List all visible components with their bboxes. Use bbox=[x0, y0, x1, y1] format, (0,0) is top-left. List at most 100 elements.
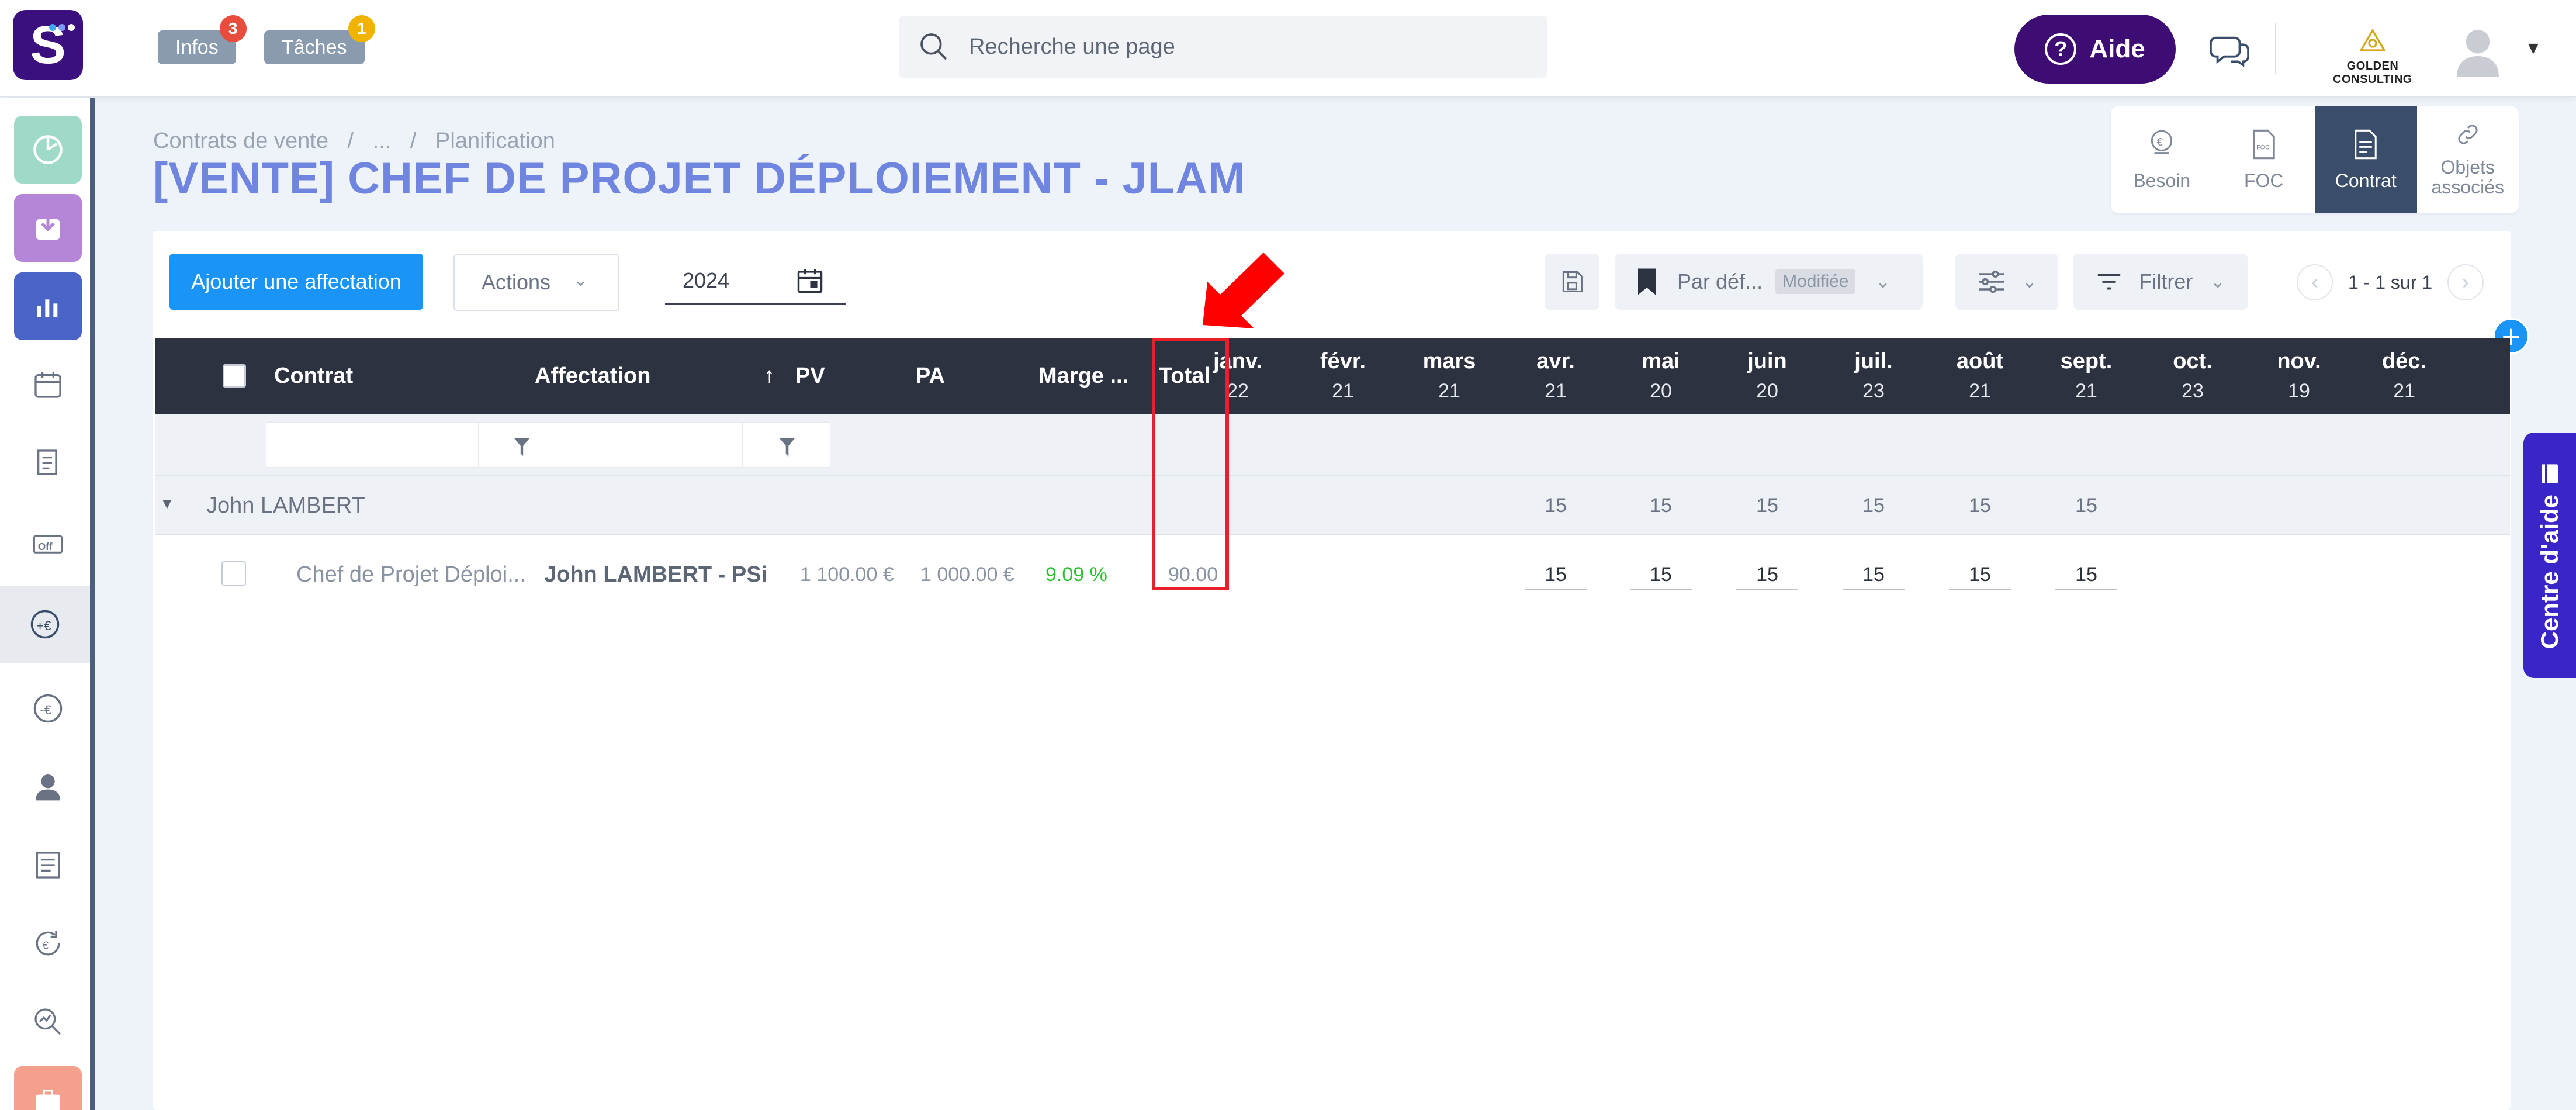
collapse-triangle-icon[interactable]: ▼ bbox=[160, 495, 175, 513]
sidebar-item-off[interactable]: Off bbox=[14, 507, 82, 575]
group-month-value: 15 bbox=[1969, 495, 1991, 517]
contrat-filter-input[interactable] bbox=[266, 422, 479, 468]
row-checkbox[interactable] bbox=[221, 561, 246, 586]
col-month[interactable]: juin 20 bbox=[1715, 338, 1820, 414]
next-page-button[interactable]: › bbox=[2447, 264, 2484, 300]
filter-funnel-icon bbox=[514, 438, 529, 457]
col-month[interactable]: sept. 21 bbox=[2034, 338, 2139, 414]
breadcrumb-separator: / bbox=[347, 129, 354, 153]
col-month[interactable]: oct. 23 bbox=[2140, 338, 2245, 414]
user-avatar-icon[interactable] bbox=[2452, 25, 2504, 77]
sidebar-item-finance[interactable]: € bbox=[14, 910, 82, 977]
chat-icon[interactable] bbox=[2209, 29, 2250, 70]
sidebar-item-inbox[interactable] bbox=[14, 194, 82, 262]
sidebar-item-dashboard[interactable] bbox=[14, 116, 82, 184]
row-affectation[interactable]: John LAMBERT - PSi bbox=[544, 562, 767, 587]
aide-button[interactable]: ? Aide bbox=[2014, 15, 2176, 84]
red-arrow-annotation bbox=[1203, 253, 1284, 328]
month-allocation-input[interactable]: 15 bbox=[1630, 563, 1692, 590]
month-working-days: 23 bbox=[2182, 380, 2204, 402]
month-allocation-input[interactable]: 15 bbox=[1949, 563, 2011, 590]
tab-objets-associes[interactable]: Objets associés bbox=[2417, 106, 2519, 213]
view-modified-tag: Modifiée bbox=[1775, 269, 1856, 294]
taches-button[interactable]: Tâches 1 bbox=[264, 15, 375, 64]
user-menu-chevron-icon[interactable]: ▼ bbox=[2525, 39, 2542, 58]
sidebar-item-sales[interactable]: +€ bbox=[0, 586, 90, 663]
col-month[interactable]: mai 20 bbox=[1608, 338, 1713, 414]
sort-asc-icon[interactable]: ↑ bbox=[764, 338, 775, 414]
svg-text:€: € bbox=[43, 939, 49, 951]
add-affectation-button[interactable]: Ajouter une affectation bbox=[169, 254, 423, 310]
filter-funnel-icon bbox=[779, 438, 795, 457]
help-center-tab[interactable]: Centre d'aide bbox=[2523, 433, 2576, 678]
col-month[interactable]: mars 21 bbox=[1397, 338, 1502, 414]
app-logo[interactable]: S bbox=[13, 10, 83, 80]
calendar-icon[interactable] bbox=[795, 265, 825, 296]
tab-foc[interactable]: FOC FOC bbox=[2213, 106, 2315, 213]
view-selector[interactable]: Par déf... Modifiée ⌄ bbox=[1615, 254, 1923, 310]
group-month-value: 15 bbox=[1545, 495, 1567, 517]
sidebar-item-briefcase[interactable] bbox=[14, 1066, 82, 1110]
row-pa: 1 000.00 € bbox=[920, 563, 1015, 586]
sidebar-item-calendar[interactable] bbox=[14, 351, 82, 419]
company-logo[interactable]: GOLDEN CONSULTING bbox=[2308, 28, 2437, 87]
actions-dropdown[interactable]: Actions ⌄ bbox=[453, 254, 619, 311]
tab-contrat[interactable]: Contrat bbox=[2315, 106, 2417, 213]
month-working-days: 21 bbox=[1969, 380, 1991, 402]
month-working-days: 21 bbox=[2075, 380, 2097, 402]
table-header: Contrat Affectation ↑ PV PA Marge ... To… bbox=[155, 338, 2510, 414]
sidebar-item-stats[interactable] bbox=[14, 272, 82, 340]
month-allocation-input[interactable]: 15 bbox=[2055, 563, 2117, 590]
col-month[interactable]: nov. 19 bbox=[2246, 338, 2352, 414]
filter-button[interactable]: Filtrer ⌄ bbox=[2073, 254, 2248, 310]
tab-besoin[interactable]: € Besoin bbox=[2111, 106, 2213, 213]
col-affectation[interactable]: Affectation bbox=[535, 338, 650, 414]
col-pv[interactable]: PV bbox=[795, 338, 825, 414]
help-question-icon: ? bbox=[2045, 33, 2077, 65]
sidebar-item-purchases[interactable]: -€ bbox=[14, 675, 82, 742]
month-allocation-input[interactable]: 15 bbox=[1843, 563, 1905, 590]
breadcrumb: Contrats de vente / ... / Planification bbox=[153, 129, 568, 154]
bar-chart-icon bbox=[37, 299, 58, 317]
col-month[interactable]: août 21 bbox=[1927, 338, 2033, 414]
month-working-days: 23 bbox=[1862, 380, 1885, 402]
bookmark-icon bbox=[1638, 268, 1656, 295]
contract-icon bbox=[2355, 130, 2377, 160]
sidebar-item-analytics[interactable] bbox=[14, 988, 82, 1056]
col-month[interactable]: févr. 21 bbox=[1290, 338, 1396, 414]
sidebar-item-documents[interactable] bbox=[14, 429, 82, 497]
save-view-button[interactable] bbox=[1545, 254, 1599, 310]
col-marge[interactable]: Marge ... bbox=[1038, 338, 1128, 414]
columns-settings-button[interactable]: ⌄ bbox=[1955, 254, 2058, 310]
col-month[interactable]: déc. 21 bbox=[2352, 338, 2457, 414]
affectation-filter-input[interactable] bbox=[479, 422, 743, 468]
group-month-value: 15 bbox=[2075, 495, 2097, 517]
prev-page-button[interactable]: ‹ bbox=[2297, 264, 2333, 300]
actions-label: Actions bbox=[482, 270, 551, 294]
affectation-filter-button[interactable] bbox=[743, 422, 830, 468]
col-pa[interactable]: PA bbox=[916, 338, 945, 414]
sales-euro-icon: +€ bbox=[30, 610, 60, 639]
col-month[interactable]: avr. 21 bbox=[1503, 338, 1608, 414]
month-allocation-input[interactable]: 15 bbox=[1525, 563, 1587, 590]
year-value: 2024 bbox=[683, 268, 730, 292]
breadcrumb-ellipsis-link[interactable]: ... bbox=[373, 129, 392, 153]
search-box[interactable] bbox=[899, 16, 1547, 78]
col-month[interactable]: juil. 23 bbox=[1821, 338, 1926, 414]
svg-text:Off: Off bbox=[38, 541, 53, 552]
infos-button[interactable]: Infos 3 bbox=[158, 15, 247, 64]
tab-foc-label: FOC bbox=[2243, 170, 2284, 192]
search-input[interactable] bbox=[969, 34, 1495, 60]
table-row[interactable]: Chef de Projet Déploi... John LAMBERT - … bbox=[155, 535, 2510, 611]
month-allocation-input[interactable]: 15 bbox=[1736, 563, 1798, 590]
col-contrat[interactable]: Contrat bbox=[274, 338, 353, 414]
breadcrumb-contrats-link[interactable]: Contrats de vente bbox=[153, 129, 328, 153]
group-month-value: 15 bbox=[1862, 495, 1885, 517]
year-picker[interactable]: 2024 bbox=[665, 257, 846, 305]
infos-label: Infos bbox=[175, 36, 219, 58]
sidebar-item-reports[interactable] bbox=[14, 831, 82, 899]
row-contrat[interactable]: Chef de Projet Déploi... bbox=[296, 562, 526, 587]
select-all-checkbox[interactable] bbox=[223, 338, 246, 414]
group-row[interactable]: ▼ John LAMBERT 15 15 15 15 15 15 bbox=[155, 476, 2510, 535]
sidebar-item-users[interactable] bbox=[14, 753, 82, 821]
